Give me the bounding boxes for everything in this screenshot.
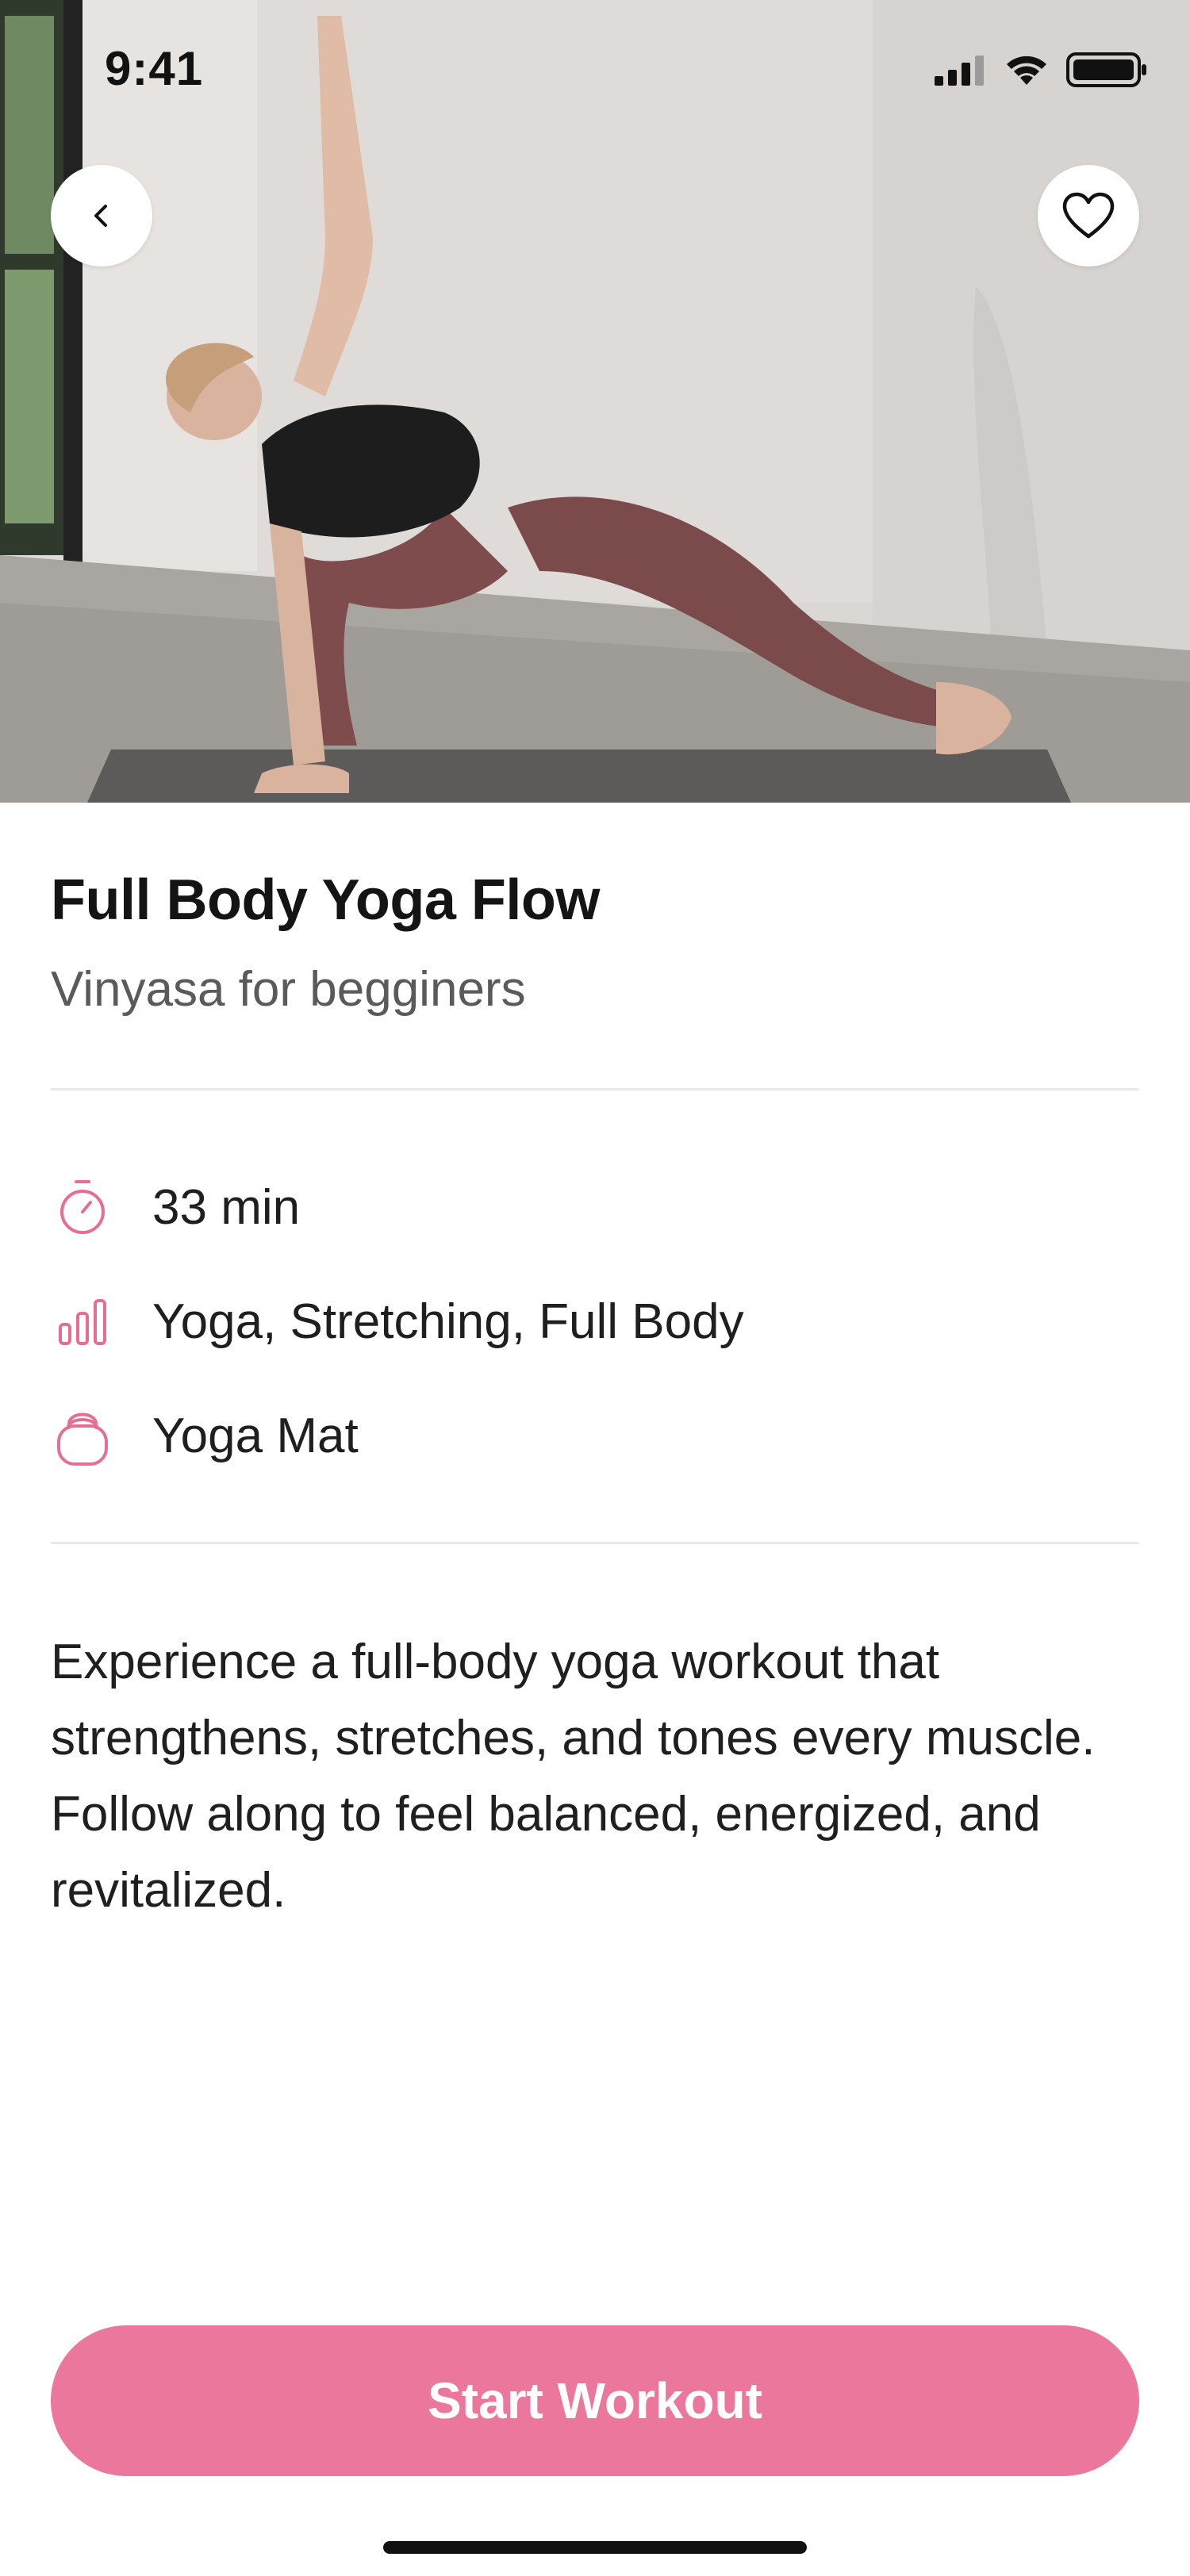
divider: [51, 1088, 1139, 1091]
chevron-left-icon: [94, 205, 107, 227]
categories-text: Yoga, Stretching, Full Body: [152, 1294, 744, 1349]
status-icons: [935, 51, 1149, 89]
back-button[interactable]: [51, 165, 152, 266]
cellular-signal-icon: [935, 56, 984, 86]
equipment-text: Yoga Mat: [152, 1408, 359, 1463]
equipment-row: Yoga Mat: [51, 1396, 359, 1475]
hero-image: 9:41: [0, 0, 1190, 803]
workout-subtitle: Vinyasa for begginers: [51, 962, 526, 1017]
workout-title: Full Body Yoga Flow: [51, 868, 600, 932]
heart-outline-icon: [1062, 192, 1115, 239]
status-time: 9:41: [105, 42, 204, 95]
kettlebell-icon: [51, 1404, 114, 1467]
wifi-icon: [1007, 56, 1046, 85]
duration-text: 33 min: [152, 1179, 301, 1235]
level-bars-icon: [51, 1290, 114, 1353]
workout-detail-screen: 9:41 Full Body Yoga Flow Vinyasa for beg…: [0, 0, 1190, 2576]
workout-description: Experience a full-body yoga workout that…: [51, 1635, 1096, 1918]
battery-icon: [1066, 52, 1146, 87]
divider: [51, 1542, 1139, 1544]
home-indicator: [383, 2541, 807, 2554]
start-workout-button[interactable]: Start Workout: [51, 2325, 1139, 2476]
favorite-button[interactable]: [1038, 165, 1139, 266]
yoga-photo: [0, 0, 1190, 803]
stopwatch-icon: [51, 1175, 114, 1239]
duration-row: 33 min: [51, 1167, 300, 1247]
categories-row: Yoga, Stretching, Full Body: [51, 1282, 744, 1361]
